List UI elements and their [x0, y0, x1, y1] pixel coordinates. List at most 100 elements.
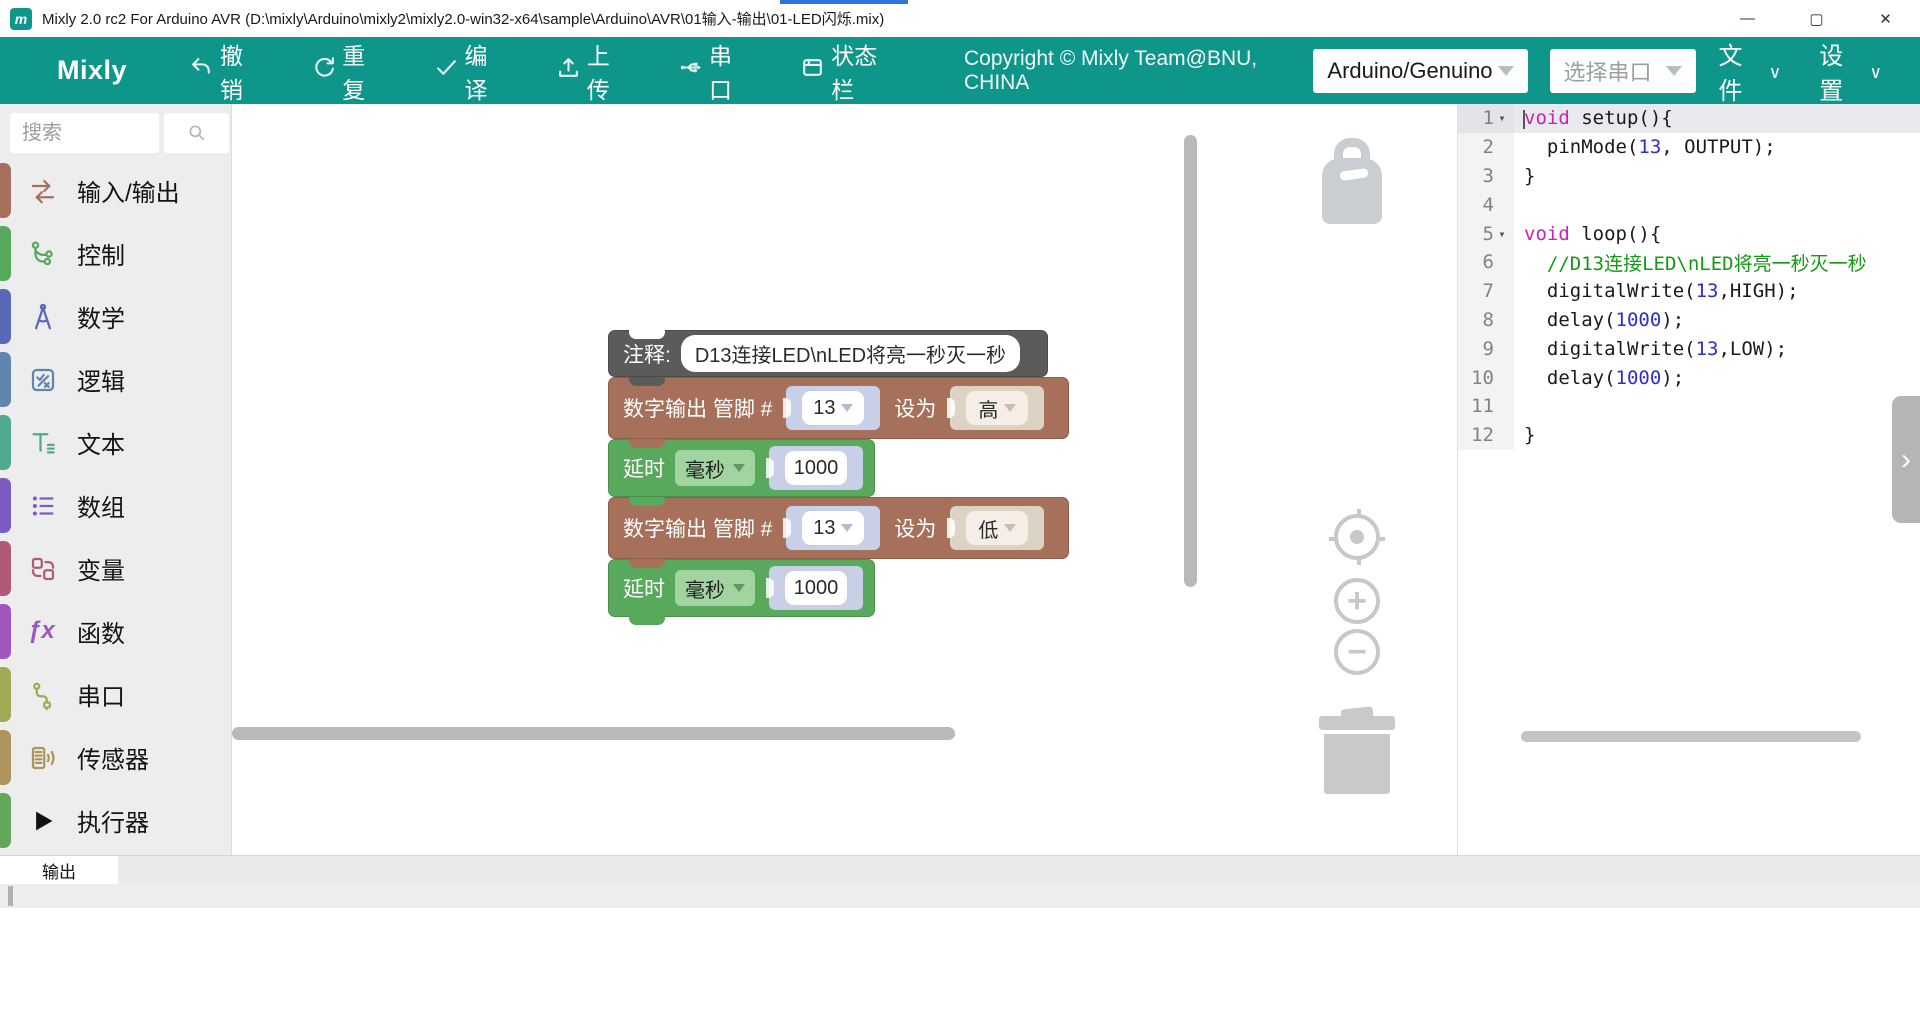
- block-digital-write-high[interactable]: 数字输出 管脚 # 13 设为 高: [608, 377, 1069, 439]
- category-color-bar: [0, 730, 11, 785]
- line-number: 10: [1458, 363, 1514, 392]
- dropdown-icon[interactable]: [1004, 524, 1016, 532]
- chevron-down-icon: [1498, 66, 1514, 76]
- text-icon: [28, 428, 58, 458]
- category-label: 传感器: [77, 740, 149, 775]
- code-editor[interactable]: 1▾void setup(){2 pinMode(13, OUTPUT);3}4…: [1457, 104, 1920, 855]
- delay-value-block[interactable]: 1000: [769, 566, 863, 610]
- compile-button[interactable]: 编译: [434, 37, 506, 105]
- category-list: 输入/输出控制数学逻辑文本数组变量ƒx函数串口传感器执行器: [0, 159, 231, 852]
- delay-value-block[interactable]: 1000: [769, 446, 863, 490]
- sidebar-item-text[interactable]: 文本: [0, 411, 231, 474]
- code-line-7[interactable]: 7 digitalWrite(13,HIGH);: [1458, 277, 1920, 306]
- zoom-reset-button[interactable]: [1334, 514, 1380, 560]
- code-line-4[interactable]: 4: [1458, 190, 1920, 219]
- block-delay-2[interactable]: 延时 毫秒 1000: [608, 559, 875, 617]
- delay-value[interactable]: 1000: [794, 457, 839, 480]
- sidebar-item-actuator[interactable]: 执行器: [0, 789, 231, 852]
- pin-value[interactable]: 13: [813, 517, 835, 540]
- category-color-bar: [0, 541, 11, 596]
- fold-icon[interactable]: ▾: [1494, 111, 1510, 125]
- check-icon: [434, 55, 459, 86]
- statusbar-button[interactable]: 状态栏: [800, 37, 894, 105]
- sidebar-item-variable[interactable]: 变量: [0, 537, 231, 600]
- pin-number-block[interactable]: 13: [786, 506, 880, 550]
- zoom-in-button[interactable]: +: [1334, 578, 1380, 624]
- console-scrollbar[interactable]: [8, 886, 13, 906]
- sidebar-item-function[interactable]: ƒx函数: [0, 600, 231, 663]
- redo-button[interactable]: 重复: [311, 37, 383, 105]
- zoom-out-button[interactable]: −: [1334, 629, 1380, 675]
- upload-icon: [556, 55, 581, 86]
- pin-value[interactable]: 13: [813, 397, 835, 420]
- code-line-1[interactable]: 1▾void setup(){: [1458, 104, 1920, 133]
- blockly-workspace[interactable]: 注释: D13连接LED\nLED将亮一秒灭一秒 数字输出 管脚 # 13 设为…: [233, 104, 1457, 855]
- canvas-horizontal-scrollbar[interactable]: [232, 727, 955, 740]
- code-line-11[interactable]: 11: [1458, 392, 1920, 421]
- sidebar-item-io[interactable]: 输入/输出: [0, 159, 231, 222]
- collapse-panel-button[interactable]: ›: [1892, 396, 1920, 523]
- sidebar-item-math[interactable]: 数学: [0, 285, 231, 348]
- level-block[interactable]: 高: [950, 386, 1044, 430]
- menu-file[interactable]: 文件 ∨: [1718, 36, 1781, 106]
- undo-icon: [189, 55, 214, 86]
- tab-output[interactable]: 输出: [0, 856, 118, 885]
- dropdown-icon[interactable]: [841, 404, 853, 412]
- port-select-value: 选择串口: [1564, 55, 1652, 87]
- dropdown-icon[interactable]: [841, 524, 853, 532]
- code-line-8[interactable]: 8 delay(1000);: [1458, 306, 1920, 335]
- category-label: 执行器: [77, 803, 149, 838]
- port-select[interactable]: 选择串口: [1550, 49, 1697, 93]
- trash-icon[interactable]: [1319, 716, 1395, 730]
- delay-value[interactable]: 1000: [794, 577, 839, 600]
- code-line-5[interactable]: 5▾void loop(){: [1458, 219, 1920, 248]
- block-delay-1[interactable]: 延时 毫秒 1000: [608, 439, 875, 497]
- toolbar-button-label: 上传: [587, 37, 628, 105]
- fold-icon[interactable]: ▾: [1494, 227, 1510, 241]
- sidebar-item-logic[interactable]: 逻辑: [0, 348, 231, 411]
- delay-unit-dropdown[interactable]: 毫秒: [675, 450, 755, 486]
- toolbar-button-label: 重复: [342, 37, 383, 105]
- category-label: 数组: [77, 488, 125, 523]
- upload-button[interactable]: 上传: [556, 37, 628, 105]
- code-line-2[interactable]: 2 pinMode(13, OUTPUT);: [1458, 133, 1920, 162]
- search-input[interactable]: [10, 113, 159, 153]
- sidebar-item-control[interactable]: 控制: [0, 222, 231, 285]
- sidebar-item-array[interactable]: 数组: [0, 474, 231, 537]
- block-digital-write-low[interactable]: 数字输出 管脚 # 13 设为 低: [608, 497, 1069, 559]
- close-button[interactable]: ✕: [1851, 0, 1920, 37]
- block-label: 延时: [623, 453, 665, 483]
- sidebar-item-sensor[interactable]: 传感器: [0, 726, 231, 789]
- trash-icon[interactable]: [1324, 734, 1390, 794]
- code-line-12[interactable]: 12}: [1458, 421, 1920, 450]
- board-select[interactable]: Arduino/Genuino: [1313, 49, 1527, 93]
- delay-unit-dropdown[interactable]: 毫秒: [675, 570, 755, 606]
- code-horizontal-scrollbar[interactable]: [1521, 731, 1861, 742]
- level-value[interactable]: 低: [978, 514, 998, 543]
- level-block[interactable]: 低: [950, 506, 1044, 550]
- code-line-3[interactable]: 3}: [1458, 162, 1920, 191]
- search-button[interactable]: [164, 113, 229, 153]
- dropdown-icon[interactable]: [1004, 404, 1016, 412]
- menu-settings[interactable]: 设置 ∨: [1819, 36, 1882, 106]
- code-line-9[interactable]: 9 digitalWrite(13,LOW);: [1458, 334, 1920, 363]
- comment-text-field[interactable]: D13连接LED\nLED将亮一秒灭一秒: [681, 335, 1020, 372]
- undo-button[interactable]: 撤销: [189, 37, 261, 105]
- level-value[interactable]: 高: [978, 394, 998, 423]
- toolbar-button-label: 串口: [709, 37, 750, 105]
- minimize-button[interactable]: —: [1713, 0, 1782, 37]
- main-toolbar: Mixly 撤销重复编译上传串口状态栏 Copyright © Mixly Te…: [0, 37, 1920, 104]
- title-bar: m Mixly 2.0 rc2 For Arduino AVR (D:\mixl…: [0, 0, 1920, 37]
- code-text: //D13连接LED\nLED将亮一秒灭一秒: [1514, 249, 1920, 276]
- backpack-icon[interactable]: [1322, 158, 1382, 224]
- line-number: 12: [1458, 421, 1514, 450]
- block-comment[interactable]: 注释: D13连接LED\nLED将亮一秒灭一秒: [608, 330, 1048, 377]
- code-line-10[interactable]: 10 delay(1000);: [1458, 363, 1920, 392]
- sidebar-item-serialport[interactable]: 串口: [0, 663, 231, 726]
- pin-number-block[interactable]: 13: [786, 386, 880, 430]
- code-text: digitalWrite(13,HIGH);: [1514, 280, 1920, 302]
- code-line-6[interactable]: 6 //D13连接LED\nLED将亮一秒灭一秒: [1458, 248, 1920, 277]
- maximize-button[interactable]: ▢: [1782, 0, 1851, 37]
- serial-button[interactable]: 串口: [678, 37, 750, 105]
- canvas-vertical-scrollbar[interactable]: [1184, 135, 1197, 587]
